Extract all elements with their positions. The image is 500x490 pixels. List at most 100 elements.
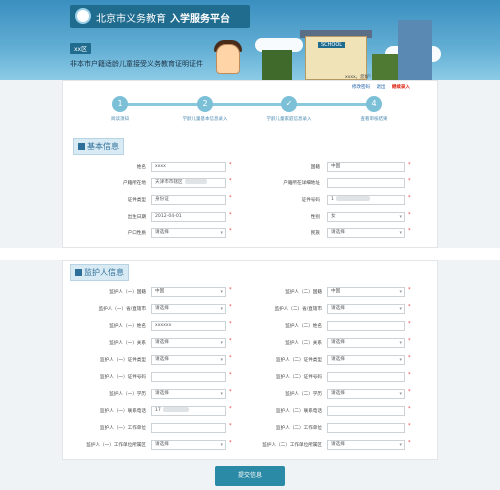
continue-entry-link[interactable]: 继续录入	[392, 85, 410, 90]
guardian2-id-type-select[interactable]: 请选择	[327, 355, 405, 365]
step-4-circle: 4	[366, 96, 382, 112]
guardian1-education-label: 监护人（一）学历	[109, 392, 146, 397]
required-mark: *	[408, 440, 411, 446]
guardian-info-header: 监护人信息	[70, 264, 129, 281]
name-field[interactable]: xxxx	[151, 162, 226, 172]
user-greeting: xxxx，您好!	[345, 75, 371, 80]
user-links: 修改密码 退出 继续录入	[352, 84, 415, 90]
guardian1-name-field[interactable]: xxxxxx	[151, 321, 226, 331]
header-banner: SCHOOL 北京市义务教育 入学服务平台 xx区 非本市户籍适龄儿童接受义务教育…	[0, 0, 500, 80]
guardian2-employer-district-select[interactable]: 请选择	[327, 440, 405, 450]
required-mark: *	[229, 355, 232, 361]
required-mark: *	[408, 338, 411, 344]
district-badge: xx区	[70, 43, 92, 54]
required-mark: *	[408, 162, 411, 168]
birth-date-field[interactable]: 2012-04-01	[151, 212, 226, 222]
guardian2-phone-label: 监护人（二）联系电话	[276, 409, 322, 414]
guardian1-relation-label: 监护人（一）关系	[109, 341, 146, 346]
change-password-link[interactable]: 修改密码	[352, 85, 370, 90]
submit-button[interactable]: 提交信息	[215, 466, 285, 486]
guardian2-employer-label: 监护人（二）工作单位	[276, 426, 322, 431]
guardian2-name-label: 监护人（二）姓名	[285, 324, 322, 329]
guardian1-employer-district-label: 监护人（一）工作单位所属区	[86, 443, 146, 448]
required-mark: *	[229, 304, 232, 310]
tower-decoration	[398, 20, 432, 80]
required-mark: *	[408, 287, 411, 293]
hukou-type-select[interactable]: 请选择	[151, 228, 226, 238]
nationality-label: 国籍	[310, 165, 320, 170]
nationality-field[interactable]: 中国	[327, 162, 405, 172]
guardian1-province-label: 监护人（一）省/直辖市	[98, 307, 147, 312]
required-mark: *	[229, 195, 232, 201]
gender-label: 性别	[310, 215, 320, 220]
step-2-label: 学龄儿童基本信息录入	[182, 117, 228, 122]
school-sign: SCHOOL	[318, 42, 346, 48]
guardian2-id-type-label: 监护人（二）证件类型	[276, 358, 322, 363]
guardian2-employer-field[interactable]	[327, 423, 405, 433]
guardian2-id-number-label: 监护人（二）证件号码	[276, 375, 322, 380]
basic-info-header: 基本信息	[73, 138, 124, 155]
guardian1-province-select[interactable]: 请选择	[151, 304, 226, 314]
site-title: 北京市义务教育 入学服务平台	[96, 14, 230, 25]
guardian1-phone-field[interactable]: 17	[151, 406, 226, 416]
step-2-circle: 2	[197, 96, 213, 112]
logo-emblem-icon	[75, 8, 91, 24]
gender-select[interactable]: 女	[327, 212, 405, 222]
required-mark: *	[229, 228, 232, 234]
guardian2-nationality-select[interactable]: 中国	[327, 287, 405, 297]
form-icon	[75, 269, 82, 276]
mascot-illustration	[216, 44, 240, 74]
required-mark: *	[229, 406, 232, 412]
ethnicity-label: 民族	[310, 231, 320, 236]
guardian2-province-select[interactable]: 请选择	[327, 304, 405, 314]
hukou-location-label: 户籍所在地	[123, 181, 146, 186]
page-subtitle: 非本市户籍适龄儿童接受义务教育证明证件	[70, 60, 203, 68]
guardian2-education-label: 监护人（二）学历	[285, 392, 322, 397]
site-logo[interactable]: 北京市义务教育 入学服务平台	[70, 5, 250, 28]
guardian1-id-number-label: 监护人（一）证件号码	[100, 375, 146, 380]
tree-decoration	[262, 50, 292, 80]
guardian2-employer-district-label: 监护人（二）工作单位所属区	[262, 443, 322, 448]
required-mark: *	[229, 178, 232, 184]
required-mark: *	[408, 406, 411, 412]
guardian2-nationality-label: 监护人（二）国籍	[285, 290, 322, 295]
required-mark: *	[408, 423, 411, 429]
guardian2-province-label: 监护人（二）省/直辖市	[274, 307, 323, 312]
guardian1-education-select[interactable]: 请选择	[151, 389, 226, 399]
step-1-label: 阅读须知	[111, 117, 129, 122]
form-icon	[78, 143, 85, 150]
guardian2-relation-select[interactable]: 请选择	[327, 338, 405, 348]
guardian2-phone-field[interactable]	[327, 406, 405, 416]
logout-link[interactable]: 退出	[376, 85, 385, 90]
step-4-label: 查看审核结果	[360, 117, 388, 122]
guardian1-phone-label: 监护人（一）联系电话	[100, 409, 146, 414]
required-mark: *	[229, 287, 232, 293]
guardian2-education-select[interactable]: 请选择	[327, 389, 405, 399]
required-mark: *	[408, 321, 411, 327]
hukou-location-field[interactable]: 天津市市辖区	[151, 178, 226, 188]
step-3-label: 学龄儿童家庭信息录入	[266, 117, 312, 122]
guardian1-relation-select[interactable]: 请选择	[151, 338, 226, 348]
guardian1-nationality-select[interactable]: 中国	[151, 287, 226, 297]
id-number-field[interactable]: 1	[327, 195, 405, 205]
section-gap	[0, 248, 500, 260]
ethnicity-select[interactable]: 请选择	[327, 228, 405, 238]
guardian2-name-field[interactable]	[327, 321, 405, 331]
guardian1-name-label: 监护人（一）姓名	[109, 324, 146, 329]
required-mark: *	[229, 389, 232, 395]
id-type-field[interactable]: 身份证	[151, 195, 226, 205]
name-label: 姓名	[136, 165, 146, 170]
guardian1-id-number-field[interactable]	[151, 372, 226, 382]
guardian1-employer-field[interactable]	[151, 423, 226, 433]
required-mark: *	[229, 162, 232, 168]
required-mark: *	[408, 304, 411, 310]
required-mark: *	[408, 389, 411, 395]
hukou-address-field[interactable]	[327, 178, 405, 188]
guardian1-employer-district-select[interactable]: 请选择	[151, 440, 226, 450]
guardian1-id-type-label: 监护人（一）证件类型	[100, 358, 146, 363]
guardian2-id-number-field[interactable]	[327, 372, 405, 382]
guardian1-employer-label: 监护人（一）工作单位	[100, 426, 146, 431]
id-type-label: 证件类型	[127, 198, 146, 203]
step-3-check-icon: ✓	[281, 96, 297, 112]
guardian1-id-type-select[interactable]: 请选择	[151, 355, 226, 365]
